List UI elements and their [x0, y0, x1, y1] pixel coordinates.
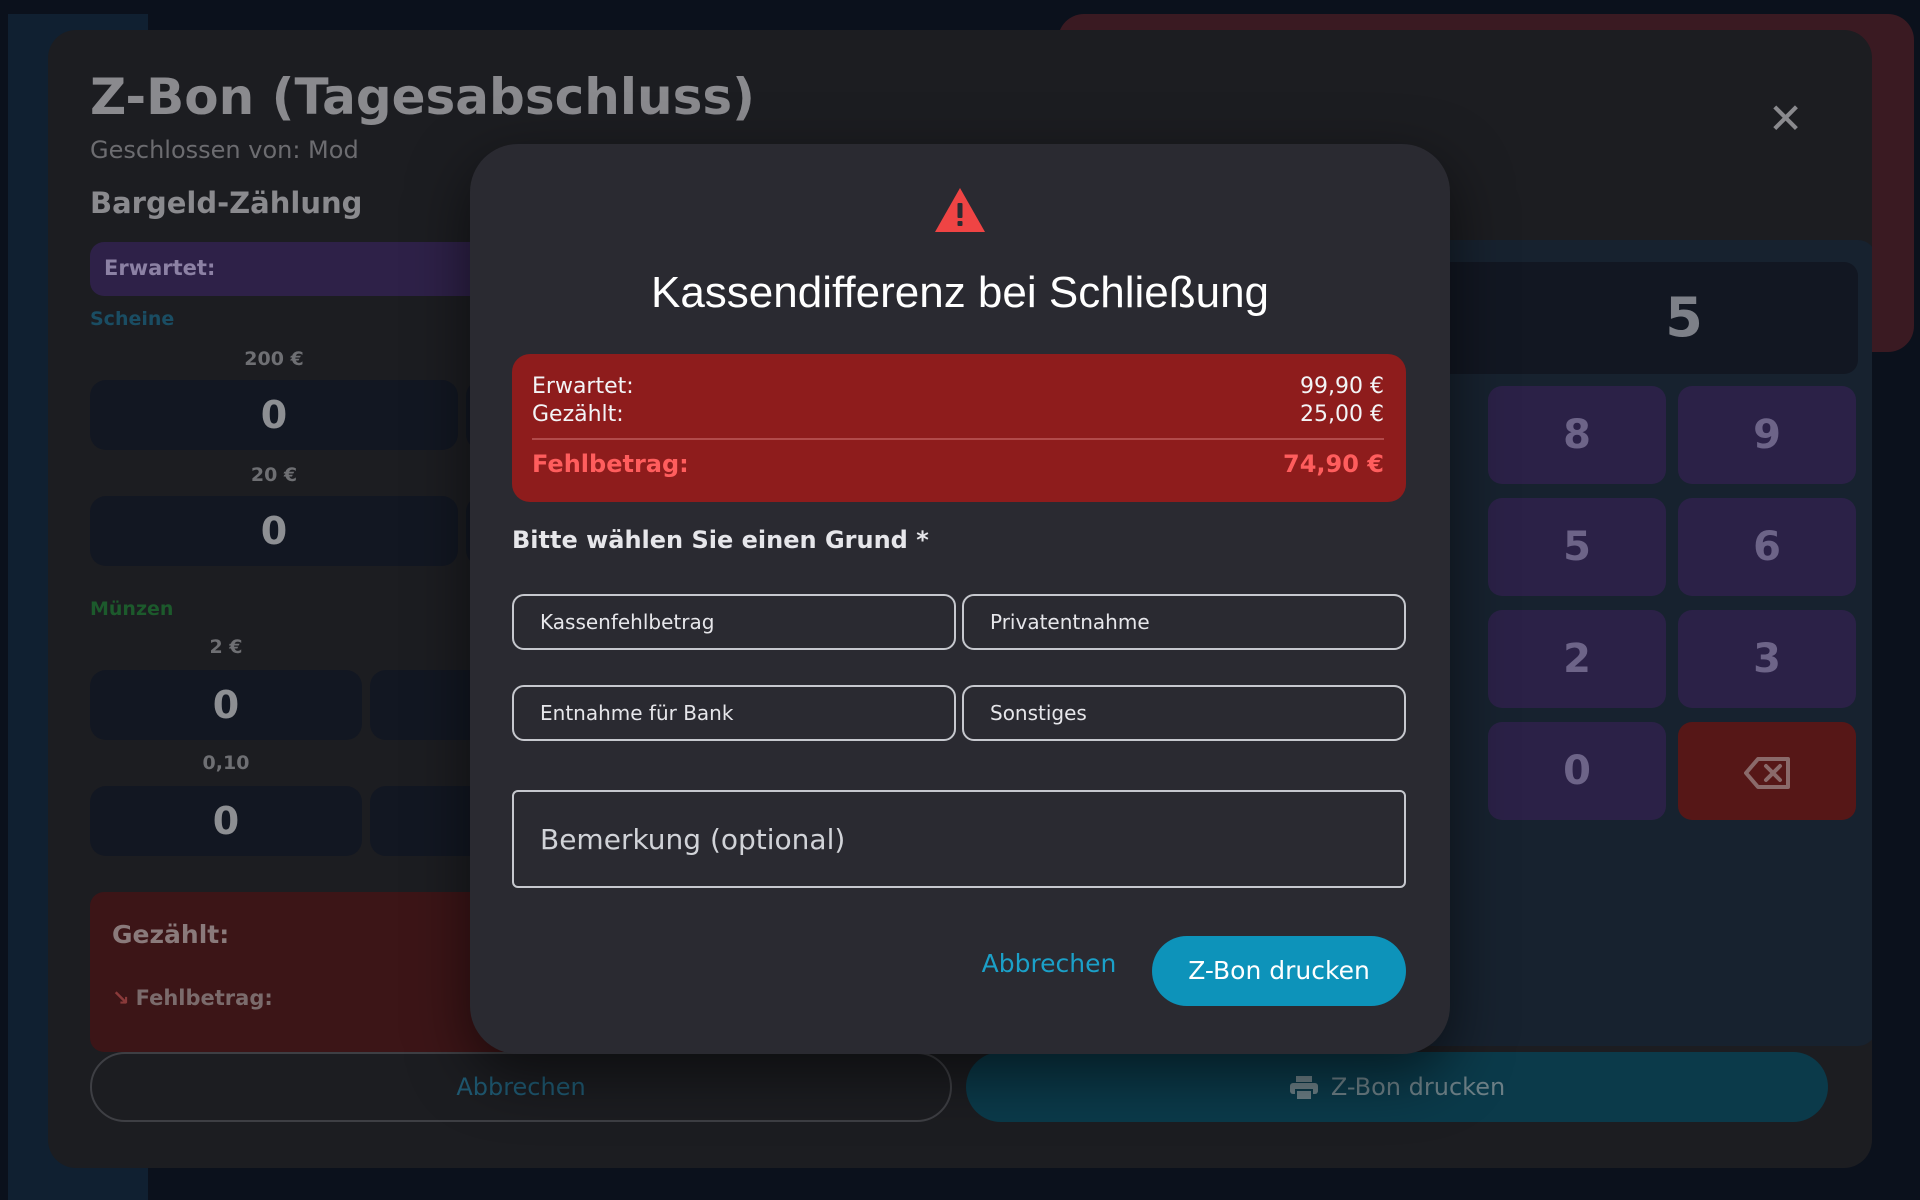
count-input-20[interactable]: 0	[90, 496, 458, 566]
reason-prompt: Bitte wählen Sie einen Grund *	[512, 526, 929, 554]
cash-difference-dialog: Kassendifferenz bei Schließung Erwartet:…	[470, 144, 1450, 1054]
reason-option-privatentnahme[interactable]: Privatentnahme	[962, 594, 1406, 650]
warning-icon	[935, 188, 985, 232]
counted-label: Gezählt:	[112, 920, 230, 949]
key-8[interactable]: 8	[1488, 386, 1666, 484]
denomination-label: 200 €	[244, 348, 304, 370]
coins-group-label: Münzen	[90, 598, 174, 620]
count-input-200[interactable]: 0	[90, 380, 458, 450]
shortfall-row: ↘ Fehlbetrag:	[112, 986, 273, 1010]
shortfall-label: Fehlbetrag:	[532, 450, 689, 478]
sheet-print-button[interactable]: Z-Bon drucken	[966, 1052, 1828, 1122]
summary-divider	[532, 438, 1384, 440]
shortfall-value: 74,90 €	[1283, 450, 1384, 478]
closed-by-label: Geschlossen von: Mod	[90, 136, 359, 164]
sheet-title: Z-Bon (Tagesabschluss)	[90, 68, 755, 126]
dialog-print-button[interactable]: Z-Bon drucken	[1152, 936, 1406, 1006]
shortfall-row: Fehlbetrag: 74,90 €	[532, 450, 1384, 478]
denomination-label: 2 €	[209, 636, 243, 658]
close-icon[interactable]: ✕	[1768, 98, 1803, 140]
key-6[interactable]: 6	[1678, 498, 1856, 596]
denomination-label: 0,10	[202, 752, 250, 774]
backspace-key[interactable]	[1678, 722, 1856, 820]
counted-value: 25,00 €	[1300, 402, 1384, 427]
note-input[interactable]	[512, 790, 1406, 888]
difference-summary: Erwartet: 99,90 € Gezählt: 25,00 € Fehlb…	[512, 354, 1406, 502]
denomination-label: 20 €	[250, 464, 298, 486]
expected-value: 99,90 €	[1300, 374, 1384, 399]
shortfall-label: Fehlbetrag:	[135, 986, 273, 1010]
counted-label: Gezählt:	[532, 402, 624, 427]
cash-count-heading: Bargeld-Zählung	[90, 186, 363, 220]
reason-option-kassenfehlbetrag[interactable]: Kassenfehlbetrag	[512, 594, 956, 650]
counted-row: Gezählt: 25,00 €	[532, 402, 1384, 427]
dialog-title: Kassendifferenz bei Schließung	[650, 268, 1270, 317]
expected-label: Erwartet:	[532, 374, 634, 399]
trend-down-icon: ↘	[112, 986, 130, 1010]
reason-option-entnahme-fuer-bank[interactable]: Entnahme für Bank	[512, 685, 956, 741]
key-0[interactable]: 0	[1488, 722, 1666, 820]
dialog-cancel-button[interactable]: Abbrechen	[974, 936, 1124, 992]
key-9[interactable]: 9	[1678, 386, 1856, 484]
reason-option-sonstiges[interactable]: Sonstiges	[962, 685, 1406, 741]
printer-icon	[1289, 1076, 1318, 1101]
count-input-2[interactable]: 0	[90, 670, 362, 740]
sheet-print-label: Z-Bon drucken	[1330, 1073, 1506, 1101]
key-2[interactable]: 2	[1488, 610, 1666, 708]
key-3[interactable]: 3	[1678, 610, 1856, 708]
expected-label: Erwartet:	[104, 256, 216, 280]
sheet-cancel-button[interactable]: Abbrechen	[90, 1052, 952, 1122]
expected-row: Erwartet: 99,90 €	[532, 374, 1384, 399]
notes-group-label: Scheine	[90, 308, 175, 330]
backspace-icon	[1744, 757, 1790, 789]
count-input-0-10[interactable]: 0	[90, 786, 362, 856]
key-5[interactable]: 5	[1488, 498, 1666, 596]
